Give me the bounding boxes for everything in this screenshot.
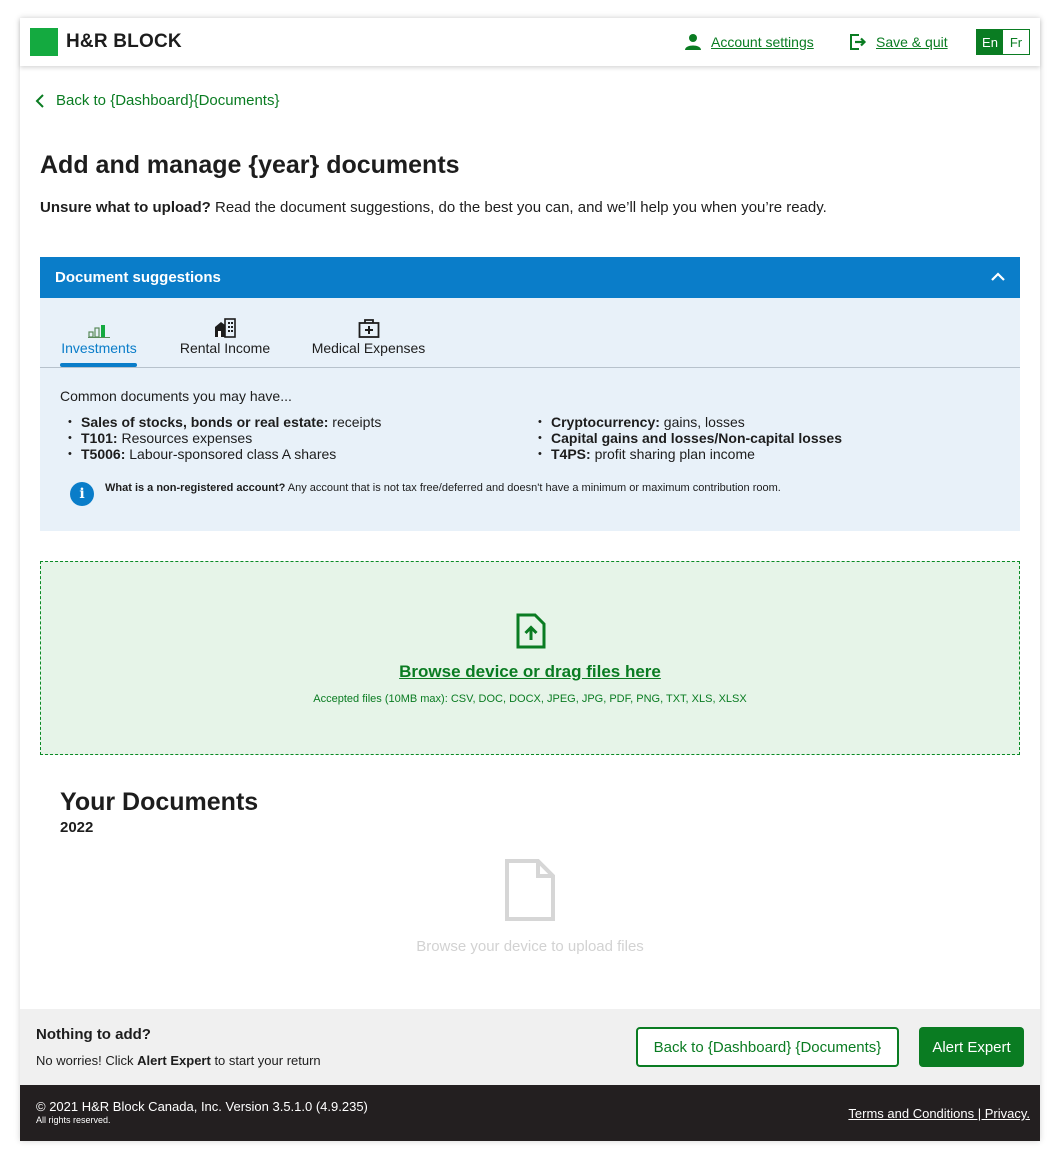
item-bold: Cryptocurrency: [551, 414, 660, 430]
list-item: Sales of stocks, bonds or real estate: r… [60, 414, 381, 430]
tab-medical-expenses-label: Medical Expenses [311, 340, 426, 356]
account-settings-link[interactable]: Account settings [684, 33, 814, 51]
item-bold: Sales of stocks, bonds or real estate: [81, 414, 329, 430]
item-text: receipts [328, 414, 382, 430]
save-quit-link[interactable]: Save & quit [849, 33, 948, 51]
item-text: gains, losses [659, 414, 745, 430]
action-footer: Nothing to add? No worries! Click Alert … [20, 1009, 1040, 1085]
tab-investments[interactable]: Investments [60, 316, 138, 356]
language-toggle: En Fr [976, 29, 1030, 55]
account-settings-label: Account settings [711, 34, 814, 50]
back-link[interactable]: Back to {Dashboard}{Documents} [34, 92, 279, 109]
chevron-left-icon [35, 93, 44, 108]
subtitle-bold: Unsure what to upload? [40, 199, 211, 216]
app-frame: H&R BLOCK Account settings Save & quit E… [20, 18, 1040, 1141]
lang-en-button[interactable]: En [977, 30, 1003, 54]
terms-privacy-link[interactable]: Terms and Conditions | Privacy. [848, 1106, 1030, 1121]
your-documents-title: Your Documents [60, 788, 259, 816]
nothing-to-add-title: Nothing to add? [36, 1026, 151, 1043]
page-subtitle: Unsure what to upload? Read the document… [40, 199, 827, 216]
list-item: Capital gains and losses/Non-capital los… [530, 430, 842, 446]
logo-text: H&R BLOCK [66, 31, 182, 52]
list-item: T101: Resources expenses [60, 430, 381, 446]
page-title: Add and manage {year} documents [40, 151, 460, 179]
top-header: H&R BLOCK Account settings Save & quit E… [20, 18, 1040, 66]
info-note-body: Any account that is not tax free/deferre… [285, 482, 781, 494]
text-bold: Alert Expert [137, 1053, 211, 1068]
item-text: profit sharing plan income [590, 446, 755, 462]
copyright-footer: © 2021 H&R Block Canada, Inc. Version 3.… [20, 1085, 1040, 1141]
back-link-label: Back to {Dashboard}{Documents} [56, 92, 280, 109]
bar-chart-icon [88, 325, 110, 338]
save-quit-label: Save & quit [876, 34, 948, 50]
suggestion-tabs: Investments Rental Income Medical Expens… [40, 298, 1020, 368]
item-bold: T4PS: [551, 446, 591, 462]
back-to-dashboard-button[interactable]: Back to {Dashboard} {Documents} [636, 1027, 899, 1067]
exit-icon [850, 34, 867, 50]
file-upload-icon [516, 613, 546, 649]
file-drop-zone[interactable]: Browse device or drag files here Accepte… [40, 561, 1020, 755]
copyright-text: © 2021 H&R Block Canada, Inc. Version 3.… [36, 1099, 368, 1114]
text-post: to start your return [210, 1053, 321, 1068]
building-icon [215, 318, 236, 338]
item-bold: T5006: [81, 446, 126, 462]
suggestion-list-right: Cryptocurrency: gains, losses Capital ga… [530, 414, 842, 462]
suggestions-accordion-header[interactable]: Document suggestions [40, 257, 1020, 298]
lang-fr-button[interactable]: Fr [1003, 30, 1029, 54]
item-bold: Capital gains and losses/Non-capital los… [551, 430, 842, 446]
list-item: T4PS: profit sharing plan income [530, 446, 842, 462]
suggestions-title: Document suggestions [55, 269, 221, 286]
medical-kit-icon [358, 319, 379, 338]
list-item: Cryptocurrency: gains, losses [530, 414, 842, 430]
suggestions-panel: Investments Rental Income Medical Expens… [40, 298, 1020, 531]
tab-investments-label: Investments [61, 340, 137, 356]
alert-expert-button[interactable]: Alert Expert [919, 1027, 1024, 1067]
rights-reserved-text: All rights reserved. [36, 1115, 111, 1125]
item-bold: T101: [81, 430, 118, 446]
brand-logo[interactable]: H&R BLOCK [30, 28, 182, 56]
tab-medical-expenses[interactable]: Medical Expenses [311, 316, 426, 356]
empty-file-icon [505, 859, 555, 921]
common-documents-intro: Common documents you may have... [60, 388, 292, 404]
subtitle-text: Read the document suggestions, do the be… [210, 199, 827, 216]
suggestion-list-left: Sales of stocks, bonds or real estate: r… [60, 414, 381, 462]
list-item: T5006: Labour-sponsored class A shares [60, 446, 381, 462]
active-tab-indicator [60, 363, 137, 367]
info-note-bold: What is a non-registered account? [105, 482, 286, 494]
empty-state-text: Browse your device to upload files [416, 938, 644, 955]
info-note-text: What is a non-registered account? Any ac… [105, 482, 781, 506]
nothing-to-add-text: No worries! Click Alert Expert to start … [36, 1053, 321, 1068]
tab-rental-income-label: Rental Income [179, 340, 271, 356]
documents-year: 2022 [60, 819, 94, 836]
accepted-files-text: Accepted files (10MB max): CSV, DOC, DOC… [313, 693, 747, 705]
info-note: i What is a non-registered account? Any … [70, 482, 820, 506]
item-text: Resources expenses [117, 430, 253, 446]
browse-device-link[interactable]: Browse device or drag files here [41, 662, 1019, 682]
user-icon [685, 34, 701, 50]
info-icon: i [70, 482, 94, 506]
chevron-up-icon [991, 272, 1005, 281]
item-text: Labour-sponsored class A shares [125, 446, 337, 462]
logo-square-icon [30, 28, 58, 56]
text-pre: No worries! Click [36, 1053, 138, 1068]
tab-rental-income[interactable]: Rental Income [179, 316, 271, 356]
